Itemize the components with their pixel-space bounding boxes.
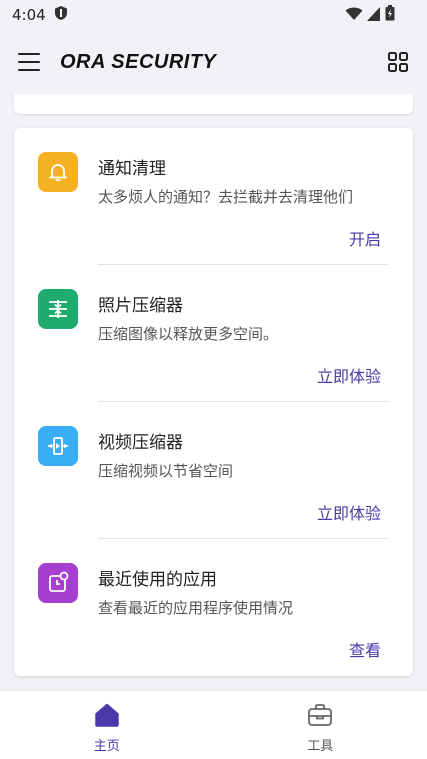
app-bar: ORA SECURITY xyxy=(0,30,427,94)
home-icon xyxy=(94,703,120,731)
toolbox-icon xyxy=(307,703,333,731)
nav-home[interactable]: 主页 xyxy=(0,691,214,759)
bell-icon xyxy=(38,152,78,192)
feature-title: 视频压缩器 xyxy=(98,433,183,453)
feature-description: 压缩视频以节省空间 xyxy=(98,462,234,480)
recent-apps-icon xyxy=(38,563,78,603)
video-compress-icon xyxy=(38,426,78,466)
feature-photo-compressor[interactable]: 照片压缩器 压缩图像以释放更多空间。 立即体验 xyxy=(14,265,413,402)
previous-card-bottom xyxy=(14,94,413,114)
menu-icon[interactable] xyxy=(18,53,40,71)
feature-title: 通知清理 xyxy=(98,159,166,179)
status-left: 4:04 xyxy=(12,5,68,25)
view-button[interactable]: 查看 xyxy=(349,637,381,661)
grid-menu-icon[interactable] xyxy=(387,51,409,73)
feature-notification-cleaner[interactable]: 通知清理 太多烦人的通知？去拦截并去清理他们 开启 xyxy=(14,128,413,265)
cell-signal-icon xyxy=(367,6,381,25)
enable-button[interactable]: 开启 xyxy=(349,226,381,250)
feature-video-compressor[interactable]: 视频压缩器 压缩视频以节省空间 立即体验 xyxy=(14,402,413,539)
status-right xyxy=(345,5,415,25)
feature-description: 压缩图像以释放更多空间。 xyxy=(98,325,279,343)
nav-tools[interactable]: 工具 xyxy=(214,691,427,759)
status-bar: 4:04 xyxy=(0,0,427,30)
compress-icon xyxy=(38,289,78,329)
app-title: ORA SECURITY xyxy=(60,50,217,73)
wifi-icon xyxy=(345,6,363,25)
nav-tools-label: 工具 xyxy=(307,739,334,754)
nav-home-label: 主页 xyxy=(93,739,120,754)
feature-description: 查看最近的应用程序使用情况 xyxy=(98,599,294,617)
bottom-navigation: 主页 工具 xyxy=(0,691,427,759)
try-now-button[interactable]: 立即体验 xyxy=(317,500,381,524)
status-time: 4:04 xyxy=(12,6,46,24)
feature-title: 最近使用的应用 xyxy=(98,570,217,590)
battery-icon xyxy=(385,5,395,25)
feature-title: 照片压缩器 xyxy=(98,296,183,316)
shield-status-icon xyxy=(54,5,68,25)
try-now-button[interactable]: 立即体验 xyxy=(317,363,381,387)
feature-description: 太多烦人的通知？去拦截并去清理他们 xyxy=(98,188,354,206)
features-card: 通知清理 太多烦人的通知？去拦截并去清理他们 开启 照片压缩器 压缩图像以释放更… xyxy=(14,128,413,676)
feature-recent-apps[interactable]: 最近使用的应用 查看最近的应用程序使用情况 查看 xyxy=(14,539,413,676)
